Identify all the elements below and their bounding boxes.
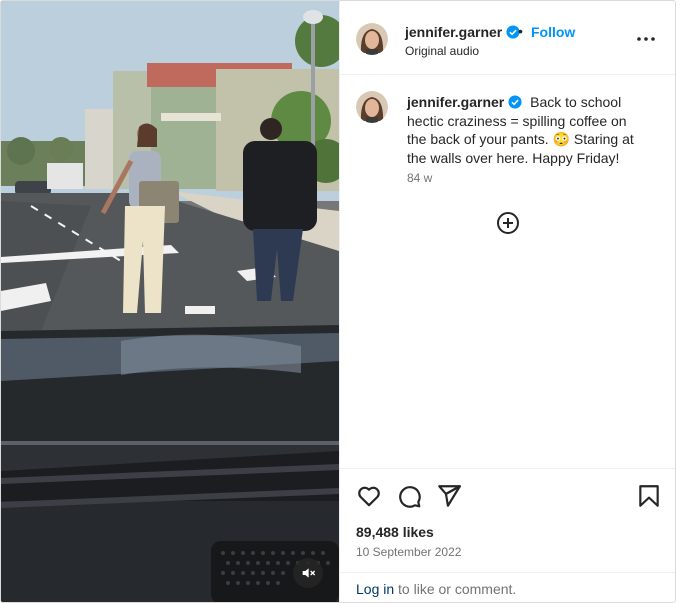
post-actions [340, 468, 675, 518]
follow-button[interactable]: Follow [531, 24, 575, 40]
login-prompt-text: Log in to like or comment. [356, 581, 516, 597]
verified-badge-icon [508, 95, 522, 109]
more-options-icon[interactable] [636, 31, 656, 47]
login-link[interactable]: Log in [356, 581, 394, 597]
comment-icon[interactable] [396, 483, 422, 509]
username-link[interactable]: jennifer.garner [405, 24, 520, 40]
caption-username-text[interactable]: jennifer.garner [407, 94, 504, 110]
caption-avatar[interactable] [356, 91, 388, 123]
heart-icon[interactable] [356, 483, 382, 509]
login-rest-text: to like or comment. [394, 581, 517, 597]
post-side-panel: jennifer.garner • Follow Original audio … [339, 1, 675, 602]
post-time-ago[interactable]: 84 w [407, 171, 432, 185]
bookmark-icon[interactable] [636, 483, 662, 509]
muted-speaker-icon [302, 568, 316, 578]
avatar[interactable] [356, 23, 388, 55]
caption-text: jennifer.garner Back to school hectic cr… [407, 93, 647, 167]
video-frame [1, 1, 339, 602]
post-date[interactable]: 10 September 2022 [356, 545, 461, 559]
caption-username[interactable]: jennifer.garner [407, 94, 522, 110]
mute-toggle-button[interactable] [293, 558, 323, 588]
original-audio-link[interactable]: Original audio [405, 44, 479, 58]
login-prompt: Log in to like or comment. [340, 572, 675, 602]
post-header: jennifer.garner • Follow Original audio [340, 1, 675, 75]
share-icon[interactable] [436, 483, 462, 509]
plus-circle-icon[interactable] [496, 211, 520, 235]
likes-count[interactable]: 89,488 likes [356, 524, 434, 540]
separator-dot: • [518, 23, 523, 39]
post-video[interactable] [1, 1, 339, 602]
username-text[interactable]: jennifer.garner [405, 24, 502, 40]
instagram-post: jennifer.garner • Follow Original audio … [0, 0, 676, 603]
